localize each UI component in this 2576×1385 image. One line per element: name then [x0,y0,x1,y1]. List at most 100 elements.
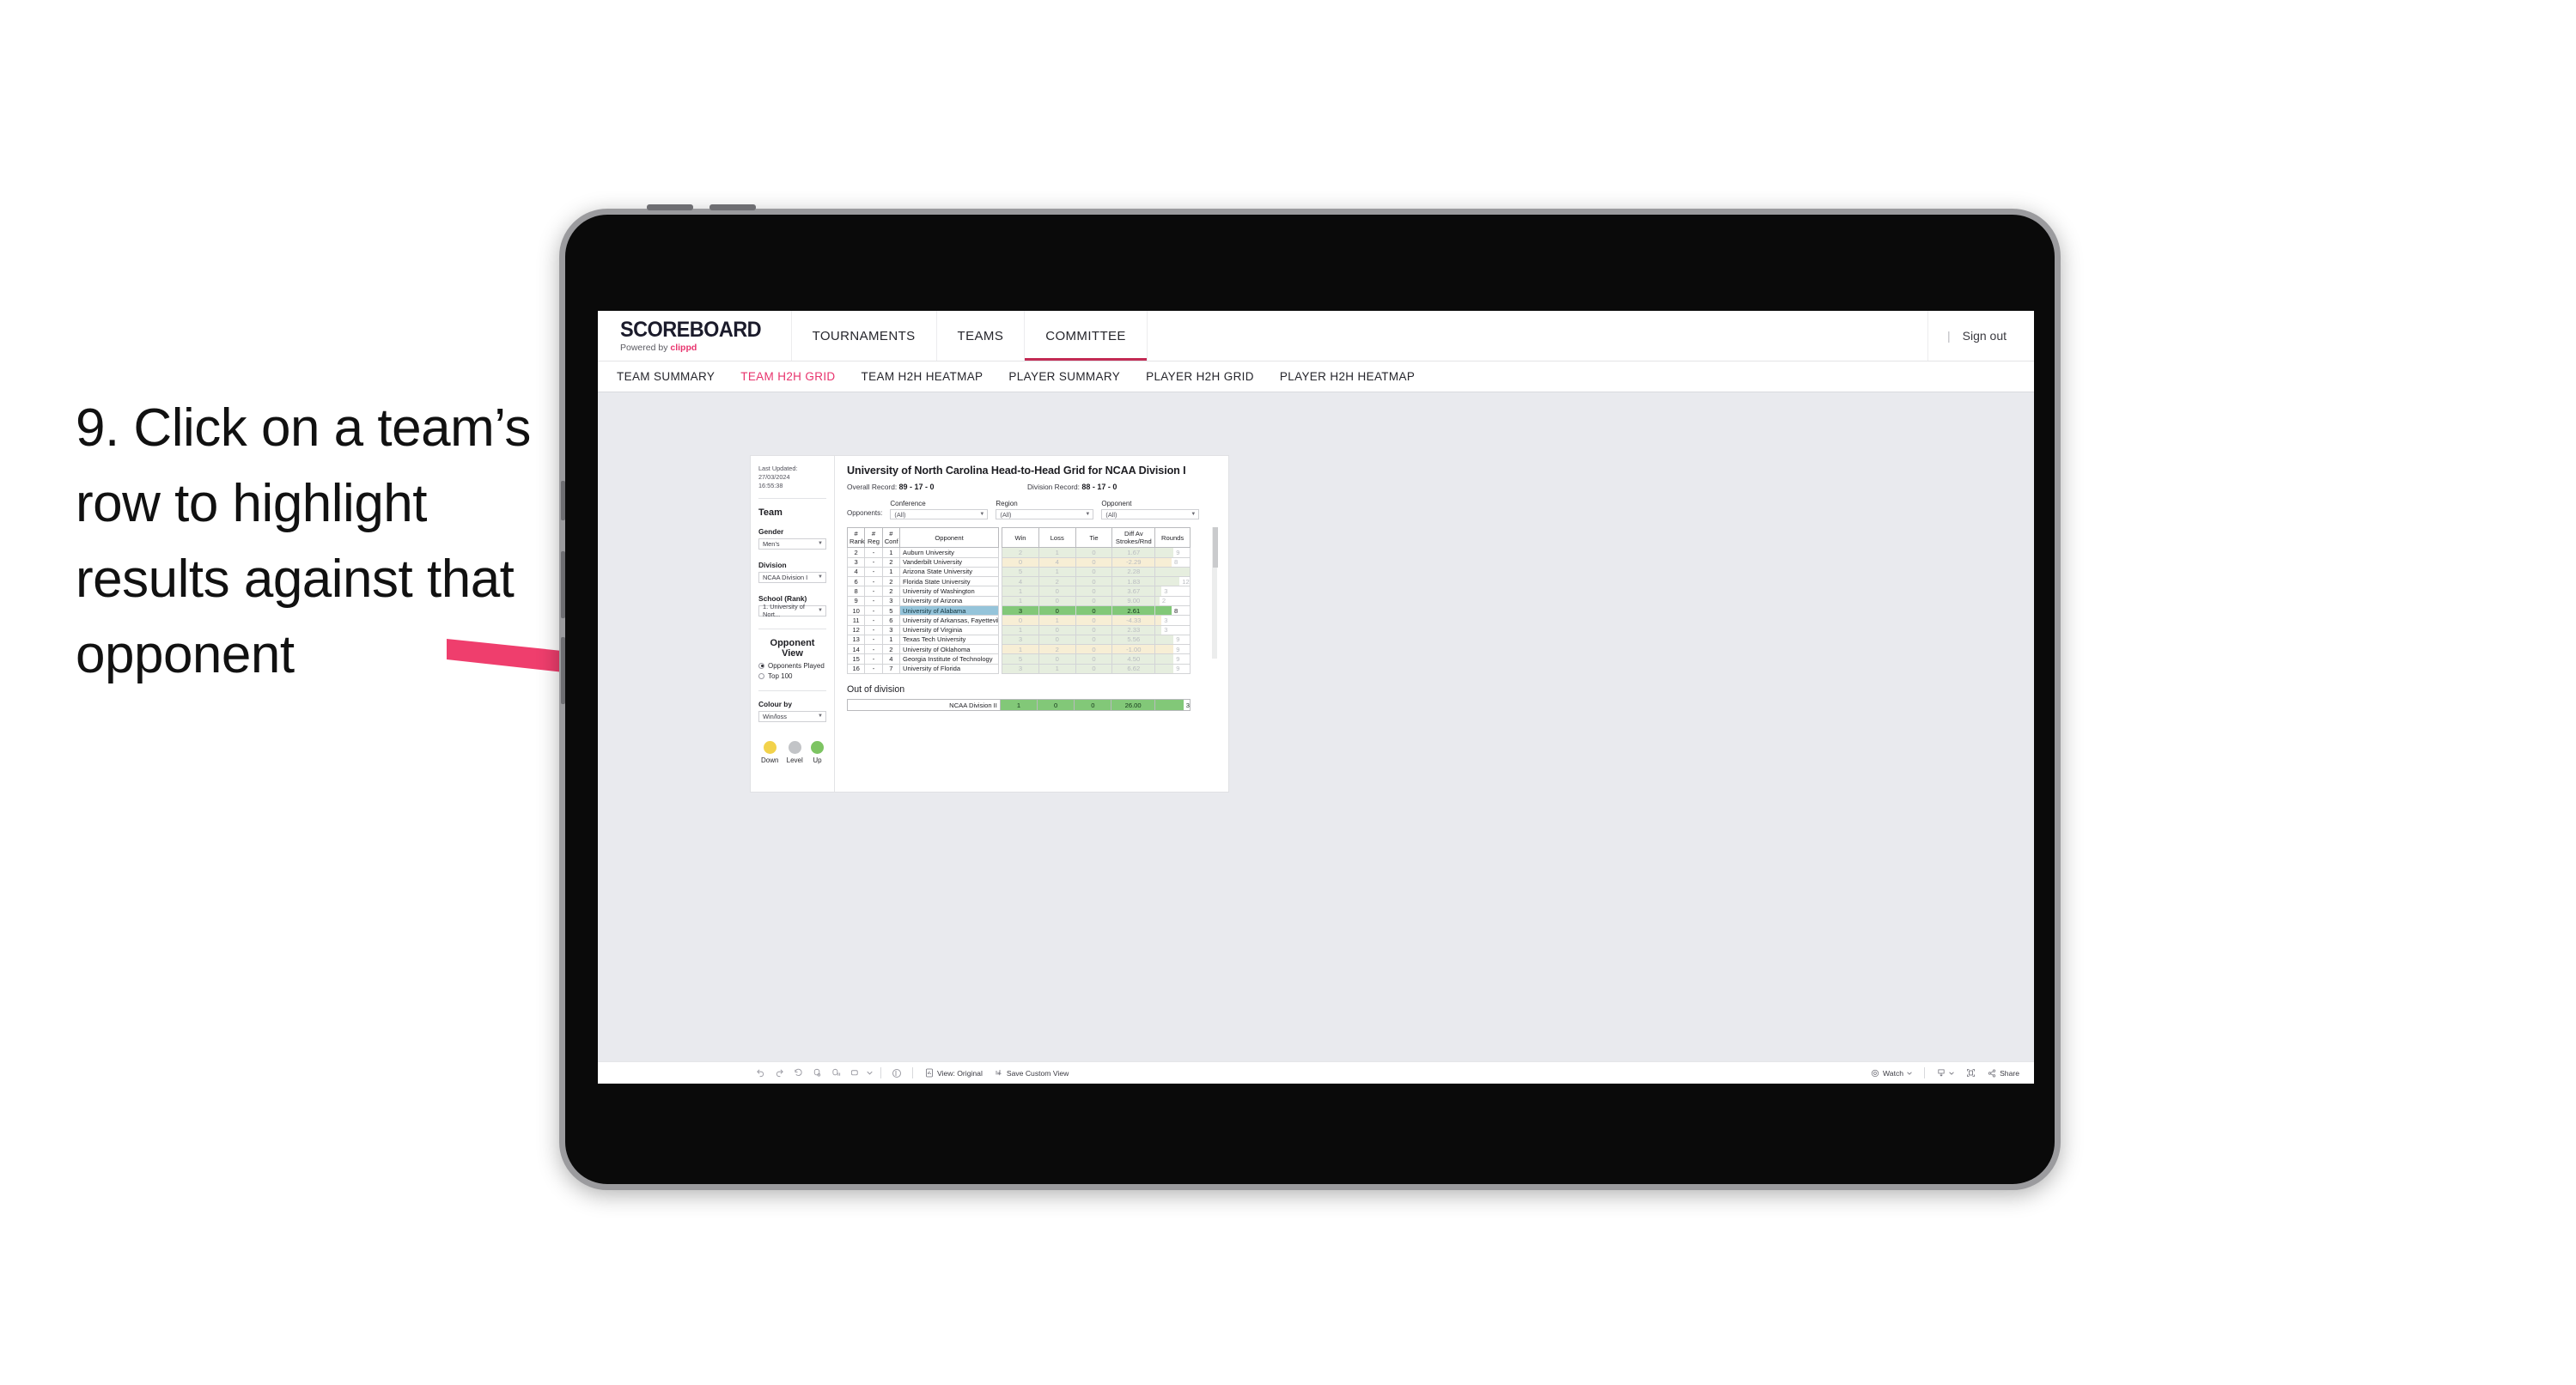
topnav-item-teams[interactable]: TEAMS [937,311,1026,361]
cell-win: 1 [1002,595,1039,607]
refresh-icon[interactable] [807,1065,826,1082]
school-select[interactable]: 1. University of Nort... ▼ [758,603,826,619]
filter-conference-select[interactable]: (All) ▼ [890,509,989,519]
cell-diff: 1.83 [1111,576,1156,587]
share-button[interactable]: Share [1982,1069,2025,1078]
redo-icon[interactable] [770,1065,789,1082]
topnav-spacer [1148,311,1928,361]
table-row[interactable]: 3-2 Vanderbilt University 0 4 0 -2.29 8 [846,556,1191,568]
chevron-down-icon: ▼ [1085,512,1091,517]
col-header-loss[interactable]: Loss [1038,526,1076,549]
cell-rounds: 2 [1154,595,1191,607]
cell-tie: 0 [1075,566,1113,578]
table-row[interactable]: 2-1 Auburn University 2 1 0 1.67 9 [846,547,1191,558]
table-scrollbar-track[interactable] [1212,527,1218,659]
cell-rank: 2 [846,547,866,558]
filter-opponent-select[interactable]: (All) ▼ [1101,509,1200,519]
watch-button[interactable]: Watch [1865,1069,1918,1078]
device-layout-caret-icon[interactable] [864,1065,874,1082]
division-label: Division [758,560,787,569]
conf-hash: # [889,530,893,538]
table-row[interactable]: 6-2 Florida State University 4 2 0 1.83 12 [846,576,1191,587]
brand-logo[interactable]: SCOREBOARD Powered by clippd [598,311,792,361]
view-original-button[interactable]: View: Original [919,1068,989,1078]
table-row[interactable]: 4-1Arizona State University5102.2817 [846,566,1191,578]
tablet-top-button-2 [709,204,756,210]
table-row[interactable]: 9-3 University of Arizona 1 0 0 9.00 2 [846,595,1191,607]
gender-select[interactable]: Men’s ▼ [758,538,826,550]
cell-conf: 2 [881,586,901,597]
cell-conf: 4 [881,653,901,665]
rounds-value: 9 [1176,635,1180,644]
save-custom-view-button[interactable]: Save Custom View [989,1068,1075,1078]
table-row[interactable]: 15-4 Georgia Institute of Technology 5 0 0 4.… [846,653,1191,665]
pause-icon[interactable] [887,1065,906,1082]
subnav-item-team-h2h-grid[interactable]: TEAM H2H GRID [740,370,835,383]
table-row[interactable]: 10-5 University of Alabama 3 0 0 2.61 8 [846,604,1191,617]
table-row[interactable]: 14-2 University of Oklahoma 1 2 0 -1.00 9 [846,644,1191,655]
rounds-value: 12 [1182,577,1190,586]
cell-rounds: 9 [1154,547,1191,558]
pause-auto-update-icon[interactable] [826,1065,845,1082]
cell-rank: 9 [846,595,866,607]
col-header-conf[interactable]: # Conf [881,526,901,549]
rounds-value: 9 [1176,548,1180,556]
cell-diff: -1.00 [1111,644,1156,655]
cell-conf: 3 [881,624,901,635]
cell-win: 3 [1002,663,1039,675]
col-header-tie[interactable]: Tie [1075,526,1113,549]
col-header-opponent[interactable]: Opponent [899,526,1000,549]
radio-top-100[interactable]: Top 100 [758,672,826,680]
col-header-rounds[interactable]: Rounds [1154,526,1191,549]
division-select[interactable]: NCAA Division I ▼ [758,571,826,583]
col-header-reg[interactable]: # Reg [864,526,883,549]
table-row[interactable]: 16-7 University of Florida 3 1 0 6.62 9 [846,663,1191,675]
diff-line1: Diff Av [1124,530,1143,538]
subnav-item-player-h2h-grid[interactable]: PLAYER H2H GRID [1146,370,1254,383]
subnav-item-team-h2h-heatmap[interactable]: TEAM H2H HEATMAP [862,370,984,383]
cell-tie: 0 [1075,595,1113,607]
filter-conference-label: Conference [890,500,926,507]
opponents-filter-label: Opponents: [847,509,883,517]
cell-conf: 3 [881,595,901,607]
cell-diff: -2.29 [1111,556,1156,568]
cell-rank: 10 [846,604,866,617]
cell-rank: 6 [846,576,866,587]
cell-opponent: University of Virginia [899,624,1000,635]
table-row[interactable]: 12-3 University of Virginia 1 0 0 2.33 3 [846,624,1191,635]
radio-icon [758,662,764,669]
colour-by-select[interactable]: Win/loss ▼ [758,710,826,722]
col-header-rank[interactable]: # Rank [846,526,866,549]
device-layout-icon[interactable] [845,1065,864,1082]
subnav-item-player-summary[interactable]: PLAYER SUMMARY [1008,370,1120,383]
revert-icon[interactable] [789,1065,807,1082]
topnav-item-committee[interactable]: COMMITTEE [1025,311,1148,361]
subnav-item-player-h2h-heatmap[interactable]: PLAYER H2H HEATMAP [1280,370,1415,383]
fullscreen-button[interactable] [1960,1068,1982,1078]
clippd-name: clippd [670,342,697,353]
toolbar-divider-2 [912,1067,913,1078]
rank-hash: # [854,530,858,538]
col-header-win[interactable]: Win [1002,526,1039,549]
table-row[interactable]: 13-1 Texas Tech University 3 0 0 5.56 9 [846,634,1191,646]
radio-opponents-played[interactable]: Opponents Played [758,662,826,670]
cell-conf: 2 [881,644,901,655]
school-value: 1. University of Nort... [763,603,805,619]
out-of-division-row[interactable]: NCAA Division II 1 0 0 26.00 3 [847,699,1191,712]
col-header-diff[interactable]: Diff Av Strokes/Rnd [1111,526,1156,549]
signout-button[interactable]: Sign out [1963,329,2007,343]
table-scrollbar-thumb[interactable] [1213,527,1218,568]
cell-loss: 0 [1038,634,1076,646]
subnav-item-team-summary[interactable]: TEAM SUMMARY [617,370,715,383]
undo-icon[interactable] [751,1065,770,1082]
table-row[interactable]: 11-6 University of Arkansas, Fayetteville… [846,615,1191,626]
cell-rank: 13 [846,634,866,646]
cell-reg: - [864,653,883,665]
topnav-item-tournaments[interactable]: TOURNAMENTS [792,311,937,361]
cell-tie: 0 [1075,586,1113,597]
table-row[interactable]: 8-2 University of Washington 1 0 0 3.67 3 [846,586,1191,597]
filter-region-select[interactable]: (All) ▼ [996,509,1094,519]
rounds-value: 3 [1164,587,1168,595]
filter-opponent: Opponent (All) ▼ [1101,500,1200,519]
download-button[interactable] [1931,1068,1960,1078]
